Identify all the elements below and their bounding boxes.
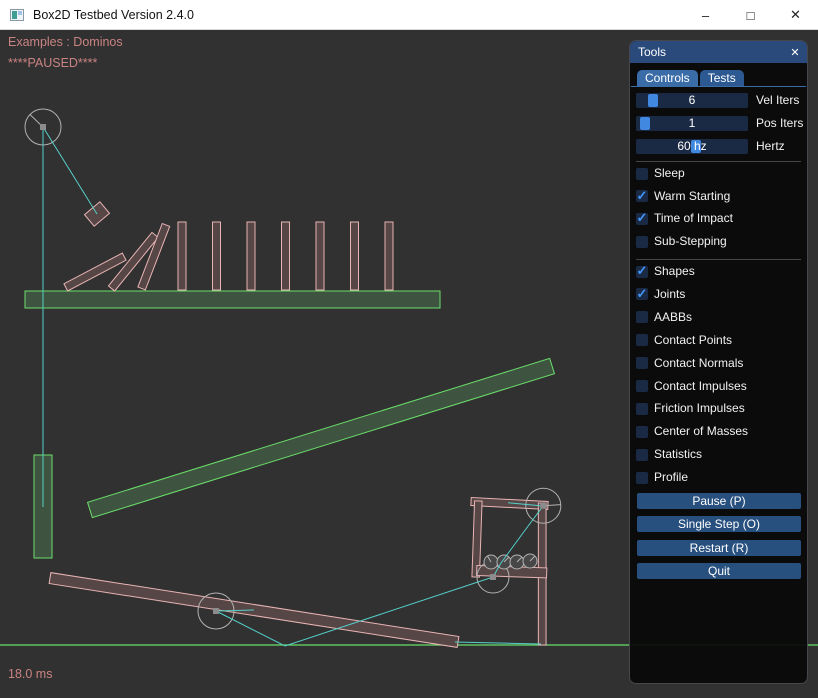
static-box[interactable] xyxy=(88,358,555,517)
unchecked-box[interactable] xyxy=(636,449,648,461)
checkbox-label: Sleep xyxy=(654,167,685,180)
example-label: Examples : Dominos xyxy=(8,35,123,49)
unchecked-box[interactable] xyxy=(636,334,648,346)
slider-label: Vel Iters xyxy=(756,93,799,108)
unchecked-box[interactable] xyxy=(636,168,648,180)
joint-line xyxy=(455,642,541,644)
slider-track[interactable]: 1 xyxy=(636,116,748,131)
separator xyxy=(636,259,801,260)
dynamic-box[interactable] xyxy=(316,222,324,290)
slider-value: 1 xyxy=(636,116,748,131)
check-icon: ✓ xyxy=(637,265,648,277)
checkbox-label: Contact Points xyxy=(654,334,732,347)
close-button[interactable]: ✕ xyxy=(773,0,818,30)
check-icon: ✓ xyxy=(637,288,648,300)
button-pause-p[interactable]: Pause (P) xyxy=(637,493,801,509)
checkbox-friction-impulses[interactable]: Friction Impulses xyxy=(636,402,745,415)
checked-box[interactable]: ✓ xyxy=(636,288,648,300)
panel-title: Tools xyxy=(638,45,666,59)
checked-box[interactable]: ✓ xyxy=(636,190,648,202)
checkbox-statistics[interactable]: Statistics xyxy=(636,448,702,461)
joint-anchor xyxy=(540,503,546,509)
checkbox-time-of-impact[interactable]: ✓ Time of Impact xyxy=(636,212,733,225)
checkbox-label: Warm Starting xyxy=(654,190,730,203)
unchecked-box[interactable] xyxy=(636,357,648,369)
checkbox-label: Joints xyxy=(654,288,685,301)
panel-tabbar: ControlsTests xyxy=(637,70,744,86)
window-titlebar: Box2D Testbed Version 2.4.0 –□✕ xyxy=(0,0,818,30)
checkbox-contact-impulses[interactable]: Contact Impulses xyxy=(636,380,747,393)
checked-box[interactable]: ✓ xyxy=(636,213,648,225)
slider-value: 6 xyxy=(636,93,748,108)
panel-close-icon[interactable]: ✕ xyxy=(787,44,803,60)
tabbar-underline xyxy=(631,86,806,87)
slider-track[interactable]: 60 hz xyxy=(636,139,748,154)
unchecked-box[interactable] xyxy=(636,311,648,323)
unchecked-box[interactable] xyxy=(636,472,648,484)
checkbox-label: Statistics xyxy=(654,448,702,461)
checkbox-contact-normals[interactable]: Contact Normals xyxy=(636,357,743,370)
checkbox-label: Shapes xyxy=(654,265,695,278)
checkbox-sleep[interactable]: Sleep xyxy=(636,167,685,180)
checkbox-sub-stepping[interactable]: Sub-Stepping xyxy=(636,235,727,248)
checkbox-aabbs[interactable]: AABBs xyxy=(636,311,692,324)
checkbox-label: Time of Impact xyxy=(654,212,733,225)
button-restart-r[interactable]: Restart (R) xyxy=(637,540,801,556)
tab-controls[interactable]: Controls xyxy=(637,70,698,86)
checkbox-profile[interactable]: Profile xyxy=(636,471,688,484)
checkbox-label: Sub-Stepping xyxy=(654,235,727,248)
checked-box[interactable]: ✓ xyxy=(636,266,648,278)
check-icon: ✓ xyxy=(637,212,648,224)
window-controls: –□✕ xyxy=(683,0,818,30)
button-single-step-o[interactable]: Single Step (O) xyxy=(637,516,801,532)
app-icon xyxy=(10,9,24,21)
dynamic-box[interactable] xyxy=(351,222,359,290)
slider-label: Hertz xyxy=(756,139,785,154)
checkbox-label: Friction Impulses xyxy=(654,402,745,415)
window-title: Box2D Testbed Version 2.4.0 xyxy=(33,8,194,22)
checkbox-shapes[interactable]: ✓ Shapes xyxy=(636,265,695,278)
static-box[interactable] xyxy=(25,291,440,308)
button-quit[interactable]: Quit xyxy=(637,563,801,579)
unchecked-box[interactable] xyxy=(636,380,648,392)
panel-titlebar[interactable]: Tools ✕ xyxy=(630,41,807,63)
check-icon: ✓ xyxy=(637,190,648,202)
checkbox-label: Center of Masses xyxy=(654,425,748,438)
frame-time-label: 18.0 ms xyxy=(8,667,52,681)
checkbox-label: AABBs xyxy=(654,311,692,324)
dynamic-box[interactable] xyxy=(385,222,393,290)
joint-line xyxy=(43,127,97,214)
dynamic-box[interactable] xyxy=(213,222,221,290)
checkbox-center-of-masses[interactable]: Center of Masses xyxy=(636,425,748,438)
slider-value: 60 hz xyxy=(636,139,748,154)
dynamic-box[interactable] xyxy=(247,222,255,290)
checkbox-warm-starting[interactable]: ✓ Warm Starting xyxy=(636,190,730,203)
unchecked-box[interactable] xyxy=(636,236,648,248)
paused-label: ****PAUSED**** xyxy=(8,56,97,70)
separator xyxy=(636,161,801,162)
unchecked-box[interactable] xyxy=(636,403,648,415)
tab-tests[interactable]: Tests xyxy=(700,70,744,86)
checkbox-joints[interactable]: ✓ Joints xyxy=(636,288,685,301)
dynamic-box[interactable] xyxy=(178,222,186,290)
checkbox-label: Contact Impulses xyxy=(654,380,747,393)
joint-anchor xyxy=(40,124,46,130)
checkbox-label: Contact Normals xyxy=(654,357,743,370)
minimize-button[interactable]: – xyxy=(683,0,728,30)
slider-label: Pos Iters xyxy=(756,116,803,131)
box2d-testbed-window: { "window": { "title": "Box2D Testbed Ve… xyxy=(0,0,818,698)
joint-anchor xyxy=(490,574,496,580)
joint-anchor xyxy=(213,608,219,614)
tools-panel: Tools ✕ ControlsTests 6 Vel Iters 1 Pos Ite… xyxy=(629,40,808,684)
maximize-button[interactable]: □ xyxy=(728,0,773,30)
dynamic-box[interactable] xyxy=(282,222,290,290)
checkbox-contact-points[interactable]: Contact Points xyxy=(636,334,732,347)
unchecked-box[interactable] xyxy=(636,426,648,438)
checkbox-label: Profile xyxy=(654,471,688,484)
slider-track[interactable]: 6 xyxy=(636,93,748,108)
